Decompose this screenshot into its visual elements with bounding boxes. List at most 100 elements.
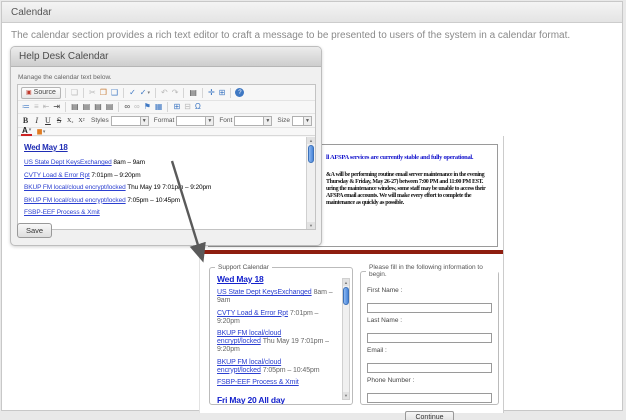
scrollbar-thumb[interactable] <box>343 287 349 305</box>
event-link[interactable]: BKUP FM local/cloud encrypt/locked <box>24 197 126 204</box>
day-header: Wed May 18 <box>24 143 301 152</box>
calendar-event: BKUP FM local/cloud encrypt/locked 7:05p… <box>24 197 301 204</box>
underline-button[interactable]: U <box>43 116 52 125</box>
source-icon: ▣ <box>26 89 32 96</box>
event-link[interactable]: FSBP-EEF Process & Xmit <box>217 379 299 386</box>
first-name-field[interactable] <box>367 303 492 313</box>
table-icon[interactable]: ⊞ <box>172 102 181 112</box>
special-character-icon[interactable]: Ω <box>194 102 202 112</box>
align-justify-icon[interactable]: ▤ <box>105 102 115 112</box>
undo-icon[interactable]: ↶ <box>160 88 169 98</box>
bold-button[interactable]: B <box>21 116 30 125</box>
contact-form: First Name : Last Name : Email : Phone N… <box>361 278 498 420</box>
styles-select[interactable]: ▼ <box>111 116 149 126</box>
calendar-event: BKUP FM local/cloud encrypt/locked Thu M… <box>24 184 301 191</box>
site-divider-bar <box>200 250 503 254</box>
support-calendar-list: Wed May 18 US State Dept KeysExchanged8a… <box>210 271 352 405</box>
size-select[interactable]: ▼ <box>292 116 312 126</box>
indent-icon[interactable]: ⇥ <box>52 102 61 112</box>
superscript-button[interactable]: X² <box>77 118 86 124</box>
link-icon[interactable]: ∞ <box>123 102 131 112</box>
toolbar-separator <box>155 88 156 98</box>
scroll-down-icon[interactable]: ▼ <box>343 392 349 399</box>
save-button[interactable]: Save <box>17 223 52 238</box>
chevron-down-icon: ▼ <box>263 117 271 125</box>
editor-scrollbar[interactable]: ▲ ▼ <box>306 137 315 229</box>
page-title-bar: Calendar <box>2 2 622 23</box>
page-description: The calendar section provides a rich tex… <box>11 30 570 41</box>
source-label: Source <box>34 89 56 96</box>
page-title: Calendar <box>11 7 52 18</box>
continue-button[interactable]: Continue <box>405 411 453 420</box>
event-link[interactable]: BKUP FM local/cloud encrypt/locked <box>24 184 126 191</box>
chevron-down-icon: ▾ <box>29 127 32 134</box>
event-link[interactable]: CVTY Load & Error Rpt <box>217 310 288 317</box>
cut-icon[interactable]: ✂ <box>88 88 97 98</box>
paste-icon[interactable]: ❐ <box>99 88 108 98</box>
toolbar-separator <box>83 88 84 98</box>
styles-label: Styles <box>91 117 109 124</box>
chevron-down-icon: ▼ <box>303 117 311 125</box>
editor-content-area[interactable]: Wed May 18 US State Dept KeysExchanged 8… <box>18 137 315 229</box>
last-name-field[interactable] <box>367 333 492 343</box>
event-time: 7:05pm – 10:45pm <box>127 197 180 204</box>
spell-check-icon[interactable]: ✓ <box>128 88 137 98</box>
support-calendar-scrollbar[interactable]: ▲ ▼ <box>342 278 350 400</box>
chevron-down-icon: ▾ <box>43 127 46 137</box>
align-left-icon[interactable]: ▤ <box>70 102 80 112</box>
contact-form-legend: Please fill in the following information… <box>366 264 498 278</box>
screenshot-stage: Calendar The calendar section provides a… <box>0 0 626 420</box>
text-color-icon[interactable]: A▾ <box>21 127 32 136</box>
scrollbar-thumb[interactable] <box>308 145 314 163</box>
event-time: Thu May 19 7:01pm – 9:20pm <box>127 184 211 191</box>
scroll-down-icon[interactable]: ▼ <box>307 222 315 229</box>
email-field[interactable] <box>367 363 492 373</box>
italic-button[interactable]: I <box>32 116 41 125</box>
scroll-up-icon[interactable]: ▲ <box>343 279 349 286</box>
maximize-icon[interactable]: ✛ <box>207 88 216 98</box>
support-calendar-fieldset: Support Calendar Wed May 18 US State Dep… <box>209 264 353 405</box>
align-right-icon[interactable]: ▤ <box>93 102 103 112</box>
event-link[interactable]: FSBP-EEF Process & Xmit <box>24 209 100 216</box>
toolbar-separator <box>65 102 66 112</box>
last-name-label: Last Name : <box>367 317 492 324</box>
calendar-event: CVTY Load & Error Rpt7:01pm – 9:20pm <box>217 310 336 326</box>
image-icon[interactable]: ▦ <box>154 102 164 112</box>
align-center-icon[interactable]: ▤ <box>82 102 92 112</box>
format-select[interactable]: ▼ <box>176 116 214 126</box>
event-link[interactable]: US State Dept KeysExchanged <box>217 289 312 296</box>
size-label: Size <box>277 117 290 124</box>
strikethrough-button[interactable]: S <box>55 116 64 125</box>
calendar-event: FSBP-EEF Process & Xmit <box>24 209 301 216</box>
phone-number-field[interactable] <box>367 393 492 403</box>
about-icon[interactable]: ? <box>235 88 244 97</box>
panel-subtitle: Manage the calendar text below. <box>18 74 112 81</box>
bulleted-list-icon[interactable]: ≡ <box>33 102 40 112</box>
show-blocks-icon[interactable]: ⊞ <box>218 88 227 98</box>
source-button[interactable]: ▣ Source <box>21 87 61 99</box>
event-link[interactable]: CVTY Load & Error Rpt <box>24 172 90 179</box>
background-color-icon[interactable]: ▆▾ <box>36 127 46 137</box>
contact-form-fieldset: Please fill in the following information… <box>360 264 499 405</box>
horizontal-rule-icon[interactable]: ⊟ <box>183 102 192 112</box>
toolbar-separator <box>118 102 119 112</box>
paste-from-word-icon[interactable]: ❑ <box>110 88 119 98</box>
maintenance-message: &A will be performing routine email serv… <box>326 172 498 207</box>
event-time: 7:05pm – 10:45pm <box>263 367 320 374</box>
new-page-icon[interactable]: ❏ <box>70 88 79 98</box>
toolbar-separator <box>183 88 184 98</box>
subscript-button[interactable]: X₂ <box>66 118 75 124</box>
format-label: Format <box>154 117 175 124</box>
outdent-icon[interactable]: ⇤ <box>42 102 51 112</box>
font-select[interactable]: ▼ <box>234 116 272 126</box>
event-link[interactable]: US State Dept KeysExchanged <box>24 159 112 166</box>
unlink-icon[interactable]: ∞ <box>133 102 141 112</box>
redo-icon[interactable]: ↷ <box>171 88 180 98</box>
scayt-icon[interactable]: ✓▾ <box>139 88 151 98</box>
event-time: 8am – 9am <box>113 159 145 166</box>
numbered-list-icon[interactable]: ≔ <box>21 102 31 112</box>
scroll-up-icon[interactable]: ▲ <box>307 137 315 144</box>
admin-page-container: Calendar The calendar section provides a… <box>1 1 623 411</box>
print-icon[interactable]: ▤ <box>188 88 198 98</box>
anchor-icon[interactable]: ⚑ <box>143 102 152 112</box>
